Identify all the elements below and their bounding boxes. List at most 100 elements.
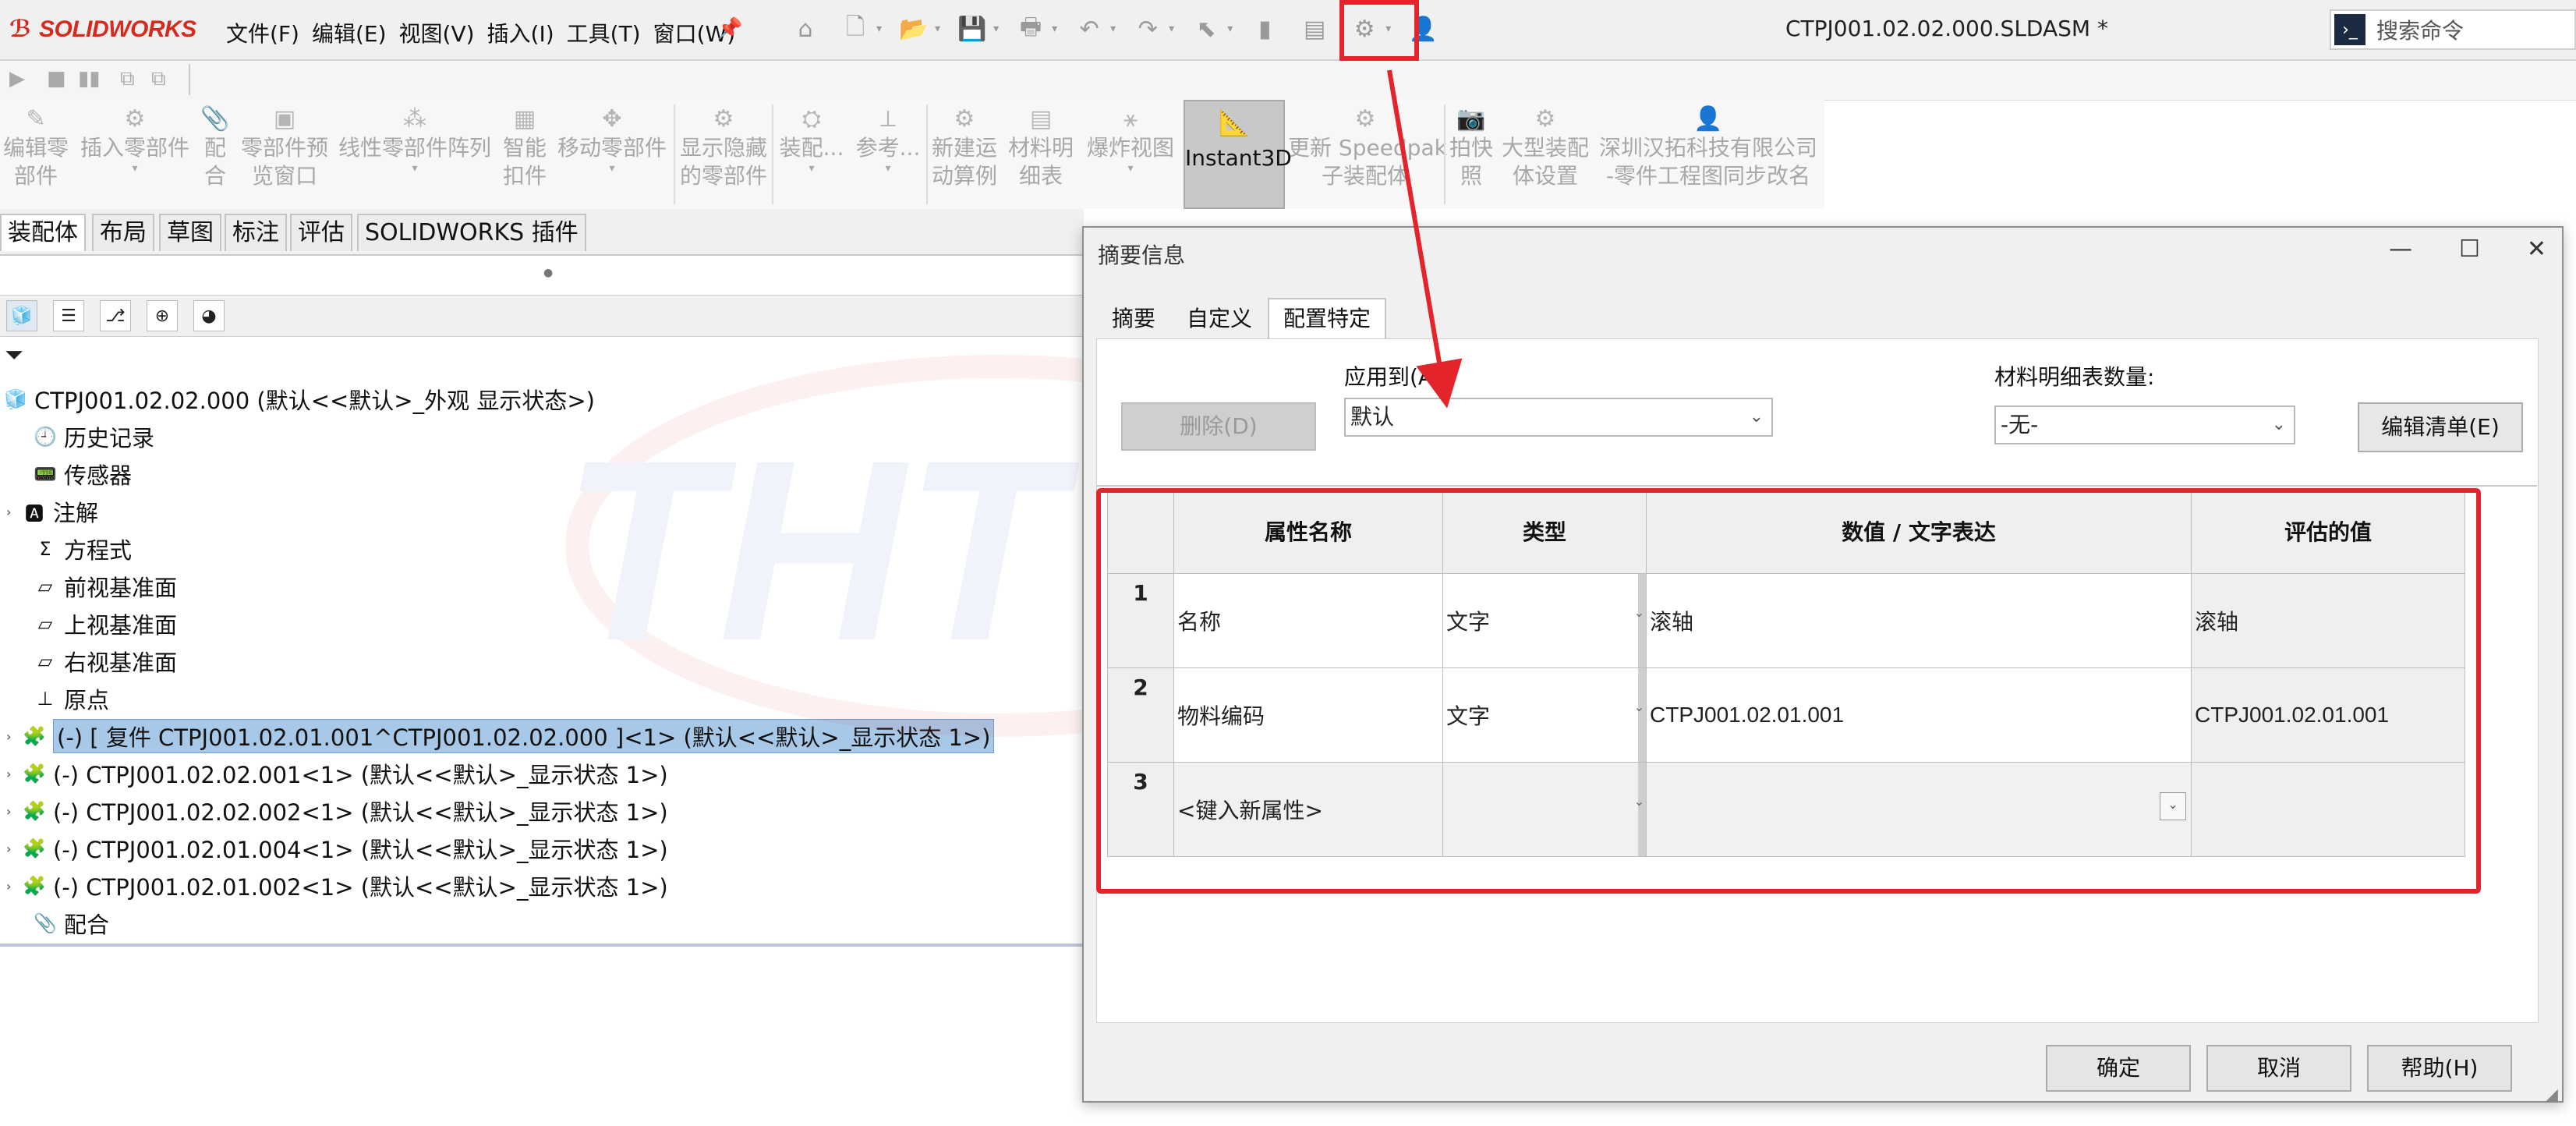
rebuild-icon[interactable]: ▮ (1247, 11, 1283, 47)
redo-icon[interactable]: ↷ (1130, 11, 1166, 47)
tree-item-component[interactable]: › 🧩 (-) CTPJ001.02.02.002<1> (默认<<默认>_显示… (6, 794, 668, 828)
chevron-down-icon[interactable]: ▾ (1169, 23, 1174, 35)
tree-item-right-plane[interactable]: ▱ 右视基准面 (31, 644, 177, 678)
save-icon[interactable]: 💾 (954, 11, 990, 47)
search-input[interactable]: 搜索命令 (2376, 14, 2464, 45)
resize-grip-icon[interactable]: ◢ (2545, 1085, 2558, 1105)
record-macro-icon[interactable]: ⧉ (120, 67, 135, 91)
filter-icon[interactable]: ⏷ (5, 342, 23, 369)
dimxpertmanager-icon[interactable]: ⊕ (147, 300, 178, 331)
tab-markup[interactable]: 标注 (225, 214, 287, 251)
ribbon-hantop-rename-plugin[interactable]: 👤 深圳汉拓科技有限公司 -零件工程图同步改名 (1595, 100, 1821, 209)
chevron-down-icon[interactable]: ▾ (1084, 162, 1177, 175)
menu-edit[interactable]: 编辑(E) (306, 14, 393, 51)
ribbon-linear-pattern[interactable]: ⁂ 线性零部件阵列 ▾ (335, 100, 494, 209)
expand-arrow-icon[interactable]: › (6, 767, 20, 781)
new-document-icon[interactable]: 🗋 (837, 11, 873, 47)
chevron-down-icon[interactable]: ▾ (335, 162, 494, 175)
minimize-icon[interactable]: — (2389, 235, 2412, 263)
ribbon-smart-fastener[interactable]: ▦ 智能 扣件 (499, 100, 550, 209)
menu-tools[interactable]: 工具(T) (561, 14, 647, 51)
expand-arrow-icon[interactable]: › (6, 804, 20, 819)
ribbon-update-speedpak[interactable]: ⚙ 更新 Speedpak 子装配体 (1288, 100, 1447, 209)
help-button[interactable]: 帮助(H) (2367, 1045, 2512, 1092)
ribbon-edit-component[interactable]: ✎ 编辑零 部件 (3, 100, 69, 209)
chevron-down-icon[interactable]: ▾ (777, 162, 847, 175)
tree-item-component[interactable]: › 🧩 (-) CTPJ001.02.01.002<1> (默认<<默认>_显示… (6, 869, 668, 903)
play-macro-icon[interactable]: ▶ (9, 67, 25, 90)
tree-item-equations[interactable]: Σ 方程式 (31, 532, 132, 566)
select-cursor-icon[interactable]: ⬉ (1188, 11, 1224, 47)
expand-arrow-icon[interactable]: › (6, 729, 20, 744)
tab-assembly[interactable]: 装配体 (0, 214, 86, 251)
ribbon-large-assembly[interactable]: ⚙ 大型装配 体设置 (1497, 100, 1594, 209)
file-properties-icon[interactable]: ▤ (1297, 11, 1332, 47)
tab-solidworks-addins[interactable]: SOLIDWORKS 插件 (357, 214, 586, 251)
tree-item-annotations[interactable]: › 🅰 注解 (6, 494, 98, 529)
edit-macro-icon[interactable]: ⧉ (151, 67, 166, 91)
pin-menu-icon[interactable]: 📌 (717, 17, 742, 41)
ribbon-motion-study[interactable]: ⚙ 新建运 动算例 (929, 100, 1000, 209)
chevron-down-icon[interactable]: ⌄ (1750, 399, 1764, 435)
open-folder-icon[interactable]: 📂 (896, 11, 932, 47)
tree-item-mates[interactable]: 📎 配合 (31, 906, 109, 940)
chevron-down-icon[interactable]: ▾ (76, 162, 193, 175)
chevron-down-icon[interactable]: ▾ (1227, 23, 1233, 35)
tree-root-assembly[interactable]: 🧊 CTPJ001.02.02.000 (默认<<默认>_外观 显示状态>) (2, 382, 595, 416)
ribbon-reference-geometry[interactable]: ⟂ 参考... ▾ (853, 100, 923, 209)
expand-arrow-icon[interactable]: › (6, 841, 20, 856)
chevron-down-icon[interactable]: ▾ (993, 23, 999, 35)
chevron-down-icon[interactable]: ▾ (876, 23, 882, 35)
tree-item-front-plane[interactable]: ▱ 前视基准面 (31, 569, 177, 604)
chevron-down-icon[interactable]: ▾ (554, 162, 671, 175)
print-icon[interactable]: 🖶 (1013, 11, 1049, 47)
maximize-icon[interactable]: ☐ (2459, 235, 2480, 263)
featuremanager-tree-icon[interactable]: 🧊 (6, 300, 37, 331)
chevron-down-icon[interactable]: ⌄ (2272, 407, 2286, 443)
configurationmanager-icon[interactable]: ⎇ (100, 300, 131, 331)
tree-item-component-selected[interactable]: › 🧩 (-) [ 复件 CTPJ001.02.01.001^CTPJ001.0… (6, 719, 995, 753)
expand-arrow-icon[interactable]: › (6, 879, 20, 894)
delete-button[interactable]: 删除(D) (1121, 402, 1316, 451)
tab-evaluate[interactable]: 评估 (290, 214, 352, 251)
edit-list-button[interactable]: 编辑清单(E) (2358, 402, 2523, 452)
chevron-down-icon[interactable]: ▾ (1052, 23, 1057, 35)
menu-file[interactable]: 文件(F) (220, 14, 306, 51)
ribbon-mate[interactable]: 📎 配 合 (200, 100, 231, 209)
tab-custom[interactable]: 自定义 (1171, 298, 1268, 338)
ribbon-show-hidden[interactable]: ⚙ 显示隐藏 的零部件 (677, 100, 770, 209)
tree-item-component[interactable]: › 🧩 (-) CTPJ001.02.01.004<1> (默认<<默认>_显示… (6, 831, 668, 866)
displaymanager-icon[interactable]: ◕ (193, 300, 225, 331)
solidworks-logo[interactable]: ℬ SOLIDWORKS (6, 14, 196, 45)
tab-configuration-specific[interactable]: 配置特定 (1268, 298, 1387, 338)
undo-icon[interactable]: ↶ (1071, 11, 1107, 47)
close-icon[interactable]: ✕ (2527, 235, 2546, 263)
tab-summary[interactable]: 摘要 (1096, 298, 1171, 338)
search-commands[interactable]: ›_ 搜索命令 (2330, 9, 2576, 50)
ribbon-snapshot[interactable]: 📷 拍快 照 (1447, 100, 1495, 209)
menu-insert[interactable]: 插入(I) (481, 14, 561, 51)
chevron-down-icon[interactable]: ▾ (1110, 23, 1116, 35)
stop-macro-icon[interactable]: ■ (47, 67, 66, 90)
ribbon-bom[interactable]: ▤ 材料明 细表 (1006, 100, 1076, 209)
cancel-button[interactable]: 取消 (2206, 1045, 2351, 1092)
tab-layout[interactable]: 布局 (92, 214, 154, 251)
ribbon-exploded-view[interactable]: ⚹ 爆炸视图 ▾ (1084, 100, 1177, 209)
tree-item-top-plane[interactable]: ▱ 上视基准面 (31, 607, 177, 641)
chevron-down-icon[interactable]: ▾ (853, 162, 923, 175)
ribbon-move-component[interactable]: ✥ 移动零部件 ▾ (554, 100, 671, 209)
tree-item-component[interactable]: › 🧩 (-) CTPJ001.02.02.001<1> (默认<<默认>_显示… (6, 756, 668, 791)
pause-macro-icon[interactable]: ▮▮ (78, 67, 101, 90)
tree-item-history[interactable]: 🕘 历史记录 (31, 420, 154, 454)
ok-button[interactable]: 确定 (2046, 1045, 2191, 1092)
ribbon-assembly-features[interactable]: ⛭ 装配... ▾ (777, 100, 847, 209)
tree-item-sensors[interactable]: 📟 传感器 (31, 457, 132, 491)
home-icon[interactable]: ⌂ (787, 11, 823, 47)
menu-view[interactable]: 视图(V) (393, 14, 481, 51)
instant3d-button[interactable]: 📐 Instant3D (1184, 100, 1292, 209)
apply-to-select[interactable]: 默认 ⌄ (1344, 398, 1773, 437)
propertymanager-icon[interactable]: ☰ (53, 300, 84, 331)
bom-quantity-select[interactable]: -无- ⌄ (1994, 405, 2295, 444)
ribbon-component-preview[interactable]: ▣ 零部件预 览窗口 (239, 100, 331, 209)
ribbon-insert-component[interactable]: ⚙ 插入零部件 ▾ (76, 100, 193, 209)
